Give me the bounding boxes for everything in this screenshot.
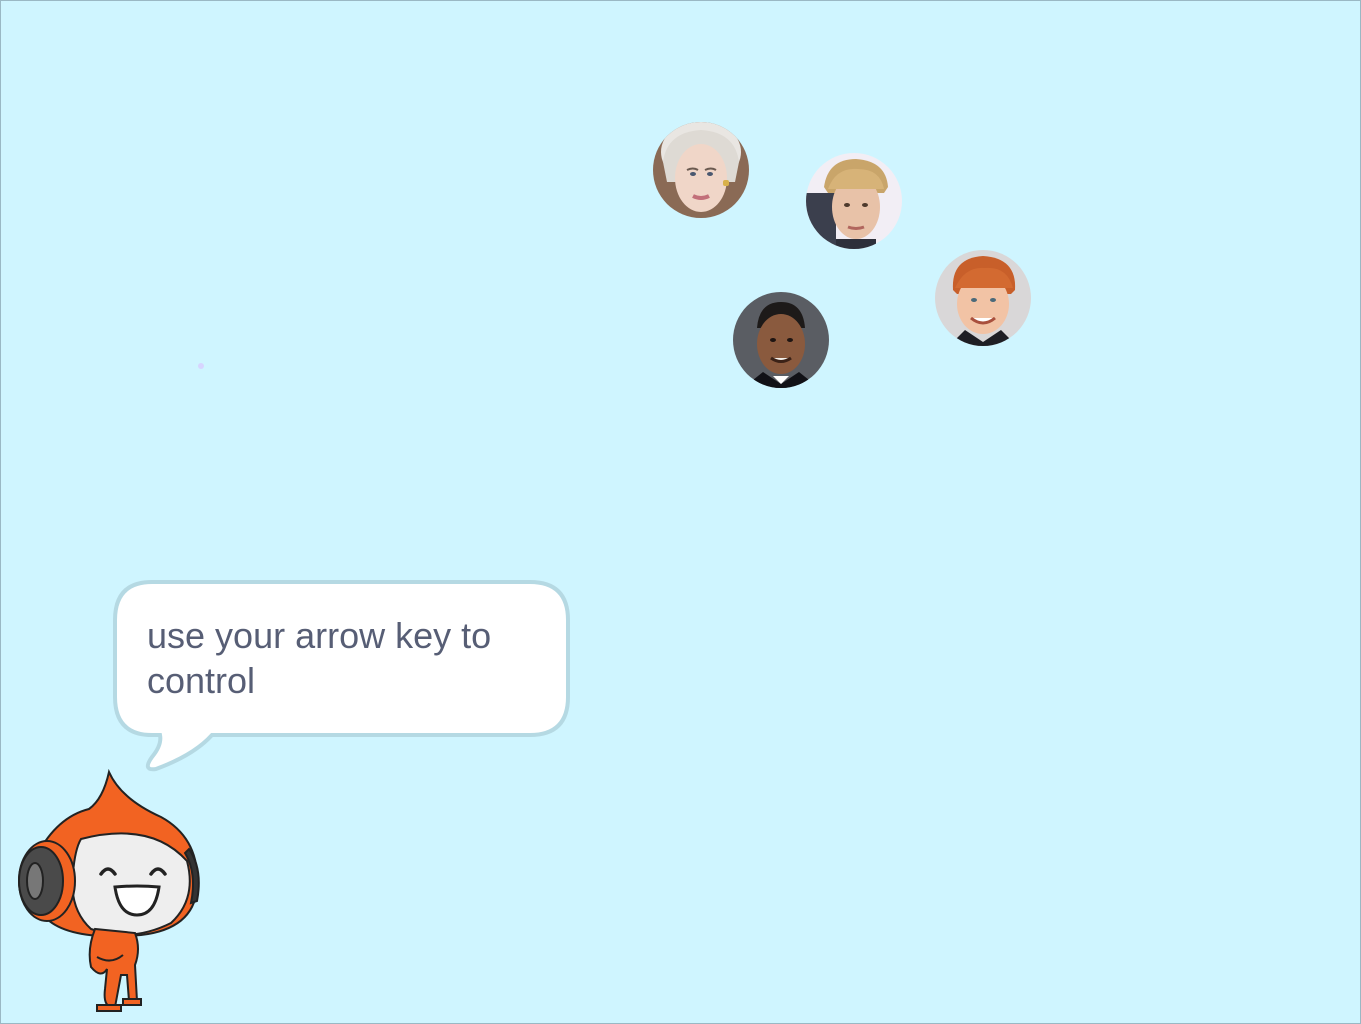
face-avatar-ginger-hair[interactable] (935, 250, 1031, 346)
portrait-icon (733, 292, 829, 388)
svg-text:b: b (808, 226, 819, 248)
star-dot (198, 363, 204, 369)
game-stage[interactable]: b use your arrow key to control (0, 0, 1361, 1024)
portrait-icon (653, 122, 749, 218)
speech-bubble-text: use your arrow key to control (147, 615, 492, 701)
portrait-icon (935, 250, 1031, 346)
face-avatar-dark-hair[interactable] (733, 292, 829, 388)
face-avatar-platinum-hair[interactable] (653, 122, 749, 218)
portrait-icon: b (806, 153, 902, 249)
face-avatar-blonde-hair[interactable]: b (806, 153, 902, 249)
orange-mascot-with-headphones[interactable] (11, 769, 211, 1014)
